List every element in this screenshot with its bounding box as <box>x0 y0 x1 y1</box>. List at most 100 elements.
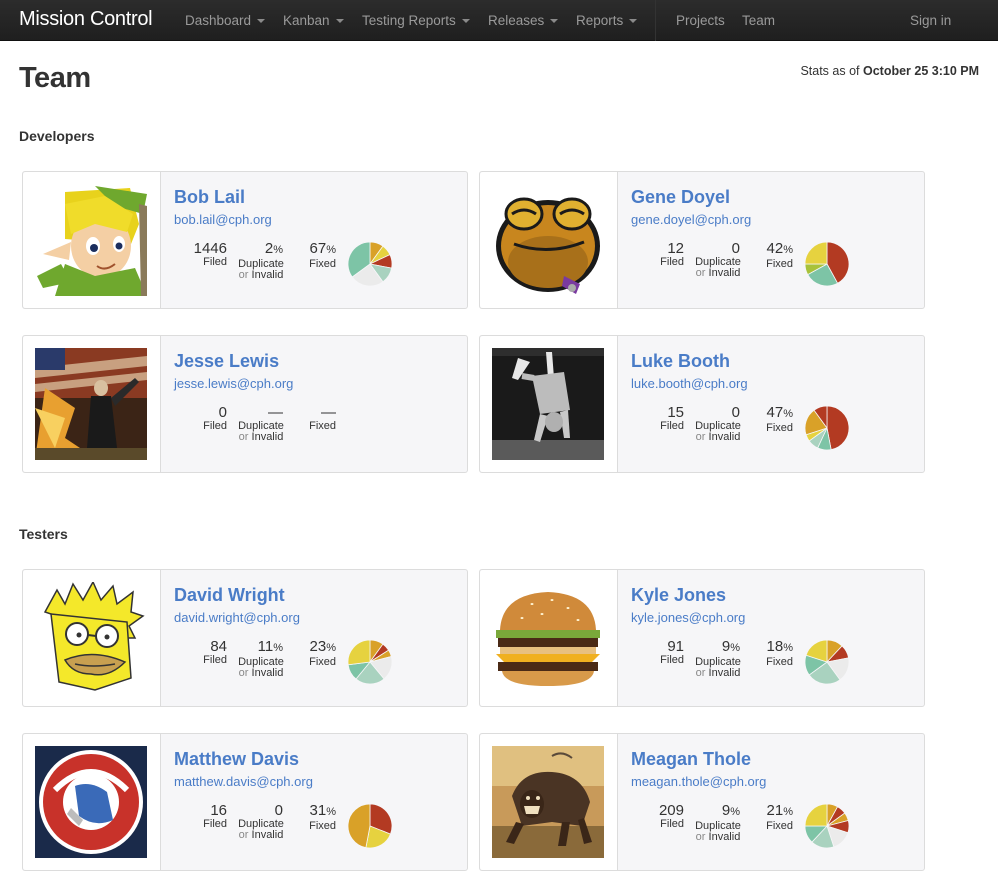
chevron-down-icon <box>335 19 344 23</box>
avatar[interactable] <box>35 746 147 858</box>
avatar[interactable] <box>492 348 604 460</box>
fixed-label: Fixed <box>766 422 793 434</box>
brand-title[interactable]: Mission Control <box>19 8 153 31</box>
invalid-text: Invalid <box>251 431 284 443</box>
filed-count: 209 <box>658 802 684 819</box>
nav-projects[interactable]: Projects <box>676 13 725 28</box>
member-email-link[interactable]: david.wright@cph.org <box>174 610 300 625</box>
avatar-frame <box>23 570 161 706</box>
stat-fixed: 18% Fixed <box>766 638 793 668</box>
stat-fixed: 47% Fixed <box>766 404 793 434</box>
stat-filed: 0 Filed <box>203 404 227 432</box>
member-name-link[interactable]: Bob Lail <box>174 187 245 208</box>
percent-sign: % <box>730 806 740 818</box>
nav-team[interactable]: Team <box>742 13 775 28</box>
member-email-link[interactable]: gene.doyel@cph.org <box>631 212 751 227</box>
duplicate-value: 0 <box>693 240 743 257</box>
avatar-frame <box>480 172 618 308</box>
invalid-text: Invalid <box>708 667 741 679</box>
member-name-link[interactable]: Jesse Lewis <box>174 351 279 372</box>
invalid-label: or Invalid <box>693 668 743 679</box>
member-email-link[interactable]: jesse.lewis@cph.org <box>174 376 293 391</box>
pie-slice <box>804 803 828 827</box>
duplicate-value: 2% <box>236 240 286 259</box>
nav-kanban[interactable]: Kanban <box>283 13 344 28</box>
member-name-link[interactable]: Luke Booth <box>631 351 730 372</box>
fixed-label: Fixed <box>309 820 336 832</box>
fixed-count: 18 <box>766 638 784 655</box>
fixed-value: 21% <box>766 802 793 821</box>
team-member-card: Gene Doyel gene.doyel@cph.org 12 Filed 0… <box>479 171 925 309</box>
avatar[interactable] <box>492 184 604 296</box>
status-pie-chart <box>347 241 393 287</box>
invalid-label: or Invalid <box>236 270 286 281</box>
sign-in-link[interactable]: Sign in <box>910 13 951 28</box>
filed-count: 84 <box>210 638 227 655</box>
avatar[interactable] <box>35 582 147 694</box>
section-title-developers: Developers <box>19 128 95 144</box>
fixed-label: Fixed <box>766 656 793 668</box>
avatar-frame <box>23 172 161 308</box>
team-member-card: Meagan Thole meagan.thole@cph.org 209 Fi… <box>479 733 925 871</box>
percent-sign: % <box>783 642 793 654</box>
fixed-label: Fixed <box>309 656 336 668</box>
pie-slice <box>347 639 371 666</box>
nav-label: Kanban <box>283 13 330 28</box>
fixed-value: 23% <box>309 638 336 657</box>
member-name-link[interactable]: Gene Doyel <box>631 187 730 208</box>
filed-label: Filed <box>203 654 227 666</box>
nav-label: Dashboard <box>185 13 252 28</box>
member-name-link[interactable]: Matthew Davis <box>174 749 299 770</box>
invalid-label: or Invalid <box>693 432 743 443</box>
avatar[interactable] <box>35 184 147 296</box>
team-member-card: Jesse Lewis jesse.lewis@cph.org 0 Filed … <box>22 335 468 473</box>
member-name-link[interactable]: David Wright <box>174 585 285 606</box>
nav-label: Releases <box>488 13 545 28</box>
stat-fixed: 42% Fixed <box>766 240 793 270</box>
stat-fixed: 67% Fixed <box>309 240 336 270</box>
stats-timestamp: Stats as of October 25 3:10 PM <box>800 64 979 78</box>
stat-fixed: — Fixed <box>309 404 336 432</box>
member-name-link[interactable]: Meagan Thole <box>631 749 751 770</box>
avatar[interactable] <box>35 348 147 460</box>
avatar[interactable] <box>492 746 604 858</box>
or-label: or <box>695 667 706 679</box>
nav-releases[interactable]: Releases <box>488 13 559 28</box>
member-name-link[interactable]: Kyle Jones <box>631 585 726 606</box>
member-email-link[interactable]: meagan.thole@cph.org <box>631 774 766 789</box>
stat-duplicate: — Duplicate or Invalid <box>236 404 286 443</box>
member-email-link[interactable]: kyle.jones@cph.org <box>631 610 745 625</box>
stat-duplicate: 9% Duplicate or Invalid <box>693 802 743 843</box>
page-title: Team <box>19 62 91 94</box>
percent-sign: % <box>273 244 283 256</box>
team-member-card: Kyle Jones kyle.jones@cph.org 91 Filed 9… <box>479 569 925 707</box>
nav-reports[interactable]: Reports <box>576 13 638 28</box>
fixed-count: — <box>321 404 336 421</box>
member-email-link[interactable]: luke.booth@cph.org <box>631 376 748 391</box>
percent-sign: % <box>326 244 336 256</box>
stat-filed: 15 Filed <box>660 404 684 432</box>
chevron-down-icon <box>629 19 638 23</box>
team-member-card: Matthew Davis matthew.davis@cph.org 16 F… <box>22 733 468 871</box>
nav-testing-reports[interactable]: Testing Reports <box>362 13 470 28</box>
invalid-text: Invalid <box>251 829 284 841</box>
fixed-label: Fixed <box>309 258 336 270</box>
member-email-link[interactable]: bob.lail@cph.org <box>174 212 272 227</box>
fixed-count: 21 <box>766 802 784 819</box>
invalid-label: or Invalid <box>693 832 743 843</box>
avatar[interactable] <box>492 582 604 694</box>
chevron-down-icon <box>550 19 559 23</box>
invalid-label: or Invalid <box>236 830 286 841</box>
nav-dashboard[interactable]: Dashboard <box>185 13 266 28</box>
filed-count: 0 <box>218 404 227 421</box>
percent-sign: % <box>783 244 793 256</box>
status-pie-chart <box>347 405 393 451</box>
status-pie-chart <box>804 639 850 685</box>
stat-fixed: 31% Fixed <box>309 802 336 832</box>
duplicate-count: 9 <box>721 802 731 819</box>
duplicate-count: 0 <box>274 802 283 819</box>
duplicate-value: 9% <box>693 638 743 657</box>
fixed-value: 47% <box>766 404 793 423</box>
stats-prefix: Stats as of <box>800 64 860 78</box>
member-email-link[interactable]: matthew.davis@cph.org <box>174 774 313 789</box>
